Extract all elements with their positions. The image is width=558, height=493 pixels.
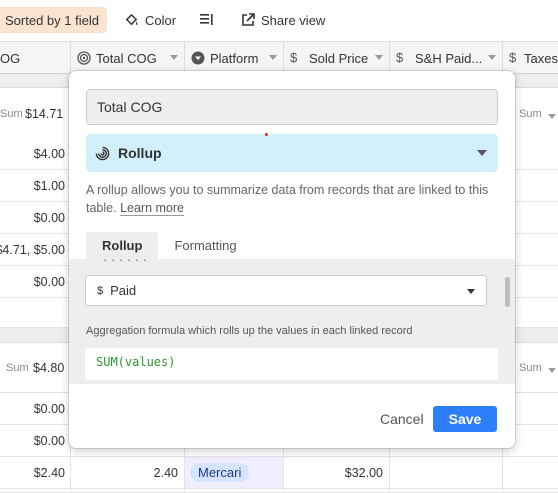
paint-bucket-icon <box>125 13 138 25</box>
scrolled-text: · · · · · · <box>103 259 148 267</box>
chevron-down-icon[interactable] <box>170 55 178 60</box>
column-header-og[interactable]: OG <box>0 42 71 74</box>
rollup-field-value: Paid <box>110 283 137 298</box>
rollup-icon <box>77 51 91 65</box>
field-name-input[interactable] <box>86 89 498 125</box>
chevron-down-icon[interactable] <box>548 368 556 373</box>
currency-icon: $ <box>396 50 404 65</box>
tab-label: Formatting <box>174 238 237 253</box>
chevron-down-icon <box>477 150 487 156</box>
cell-value: $2.40 <box>33 466 65 480</box>
sort-label: Sorted by 1 field <box>5 12 99 28</box>
sum-value: $14.71 <box>25 107 64 121</box>
color-label: Color <box>145 12 177 28</box>
single-select-icon <box>191 51 205 65</box>
chevron-down-icon[interactable] <box>269 55 277 60</box>
aggregation-formula-input[interactable]: SUM(values) <box>85 348 498 380</box>
color-button[interactable]: Color <box>124 7 176 33</box>
sum-label: Sum <box>0 108 23 120</box>
tab-formatting[interactable]: Formatting <box>158 232 252 259</box>
table-row[interactable] <box>0 489 558 493</box>
column-header-row: OG Total COG Platform $ Sold Price $ S&H… <box>0 41 558 74</box>
sum-label: Sum <box>6 362 29 374</box>
field-config-dialog: Rollup A rollup allows you to summarize … <box>69 71 515 448</box>
column-label: S&H Paid... <box>415 50 483 66</box>
column-header-sh-paid[interactable]: $ S&H Paid... <box>390 42 503 74</box>
cell-value: $1.00 <box>33 179 65 193</box>
row-height-icon <box>200 14 213 25</box>
column-label: Platform <box>210 50 259 66</box>
view-toolbar: Sorted by 1 field Color Share view <box>0 0 558 40</box>
chevron-down-icon[interactable] <box>488 55 496 60</box>
save-label: Save <box>448 411 482 427</box>
field-type-label: Rollup <box>118 145 162 161</box>
row-height-button[interactable] <box>200 7 220 33</box>
cancel-button[interactable]: Cancel <box>368 406 436 432</box>
chevron-down-icon <box>467 289 475 294</box>
cell-value: $4.00 <box>33 147 65 161</box>
currency-icon: $ <box>290 50 298 65</box>
field-type-select[interactable]: Rollup <box>86 134 498 172</box>
currency-icon: $ <box>97 284 104 297</box>
column-header-platform[interactable]: Platform <box>185 42 284 74</box>
platform-cell[interactable]: Mercari <box>185 457 284 488</box>
config-tabs: Rollup Formatting <box>86 232 253 259</box>
rollup-field-select[interactable]: $ Paid <box>85 275 487 306</box>
column-label: OG <box>0 50 21 66</box>
sum-label: Sum <box>519 362 542 374</box>
column-header-taxes[interactable]: $ Taxes <box>503 42 558 74</box>
tab-label: Rollup <box>102 238 143 253</box>
chevron-down-icon[interactable] <box>375 55 383 60</box>
tab-rollup[interactable]: Rollup <box>86 232 159 259</box>
cell-value: $0.00 <box>33 211 65 225</box>
platform-chip: Mercari <box>190 463 250 482</box>
column-header-sold-price[interactable]: $ Sold Price <box>284 42 390 74</box>
sort-button[interactable]: Sorted by 1 field <box>0 7 107 33</box>
share-view-button[interactable]: Share view <box>241 7 325 33</box>
share-icon <box>242 13 255 26</box>
sum-value: $4.80 <box>33 361 65 375</box>
aggregation-label: Aggregation formula which rolls up the v… <box>86 325 413 337</box>
cancel-label: Cancel <box>380 411 424 427</box>
table-row[interactable]: $2.40 2.40 Mercari $32.00 <box>0 457 558 489</box>
currency-icon: $ <box>509 50 517 65</box>
chevron-down-icon[interactable] <box>548 114 556 119</box>
column-label: Total COG <box>96 50 157 66</box>
column-label: Taxes <box>524 50 558 66</box>
column-label: Sold Price <box>309 50 369 66</box>
share-view-label: Share view <box>261 12 326 28</box>
cell-value: $32.00 <box>344 466 383 480</box>
cursor-dot <box>265 133 268 136</box>
field-type-description: A rollup allows you to summarize data fr… <box>86 181 491 217</box>
rollup-icon <box>95 146 110 160</box>
cell-value: $4.71, $5.00 <box>0 243 65 257</box>
sum-label: Sum <box>519 108 542 120</box>
column-header-total-cog[interactable]: Total COG <box>71 42 185 74</box>
cell-value: $0.00 <box>33 275 65 289</box>
cell-value: $0.00 <box>33 402 65 416</box>
save-button[interactable]: Save <box>433 406 497 432</box>
cell-value: 2.40 <box>153 466 178 480</box>
cell-value: $0.00 <box>33 434 65 448</box>
scrollbar-thumb[interactable] <box>505 277 510 307</box>
rollup-settings-panel: · · · · · · $ Paid Aggregation formula w… <box>69 259 515 384</box>
learn-more-link[interactable]: Learn more <box>120 201 185 216</box>
